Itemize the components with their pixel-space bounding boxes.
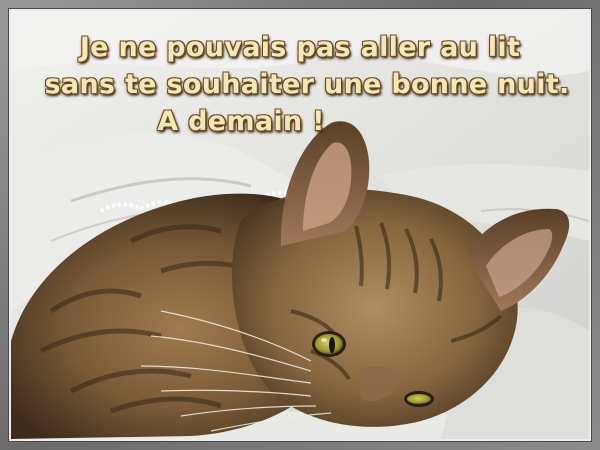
greeting-card: Je ne pouvais pas aller au lit sans te s…	[0, 0, 600, 450]
photo-area: Je ne pouvais pas aller au lit sans te s…	[9, 9, 591, 441]
cat-eye-left	[315, 334, 343, 354]
greeting-caption: Je ne pouvais pas aller au lit sans te s…	[11, 29, 589, 140]
caption-line-3: A demain !	[157, 106, 325, 137]
caption-line-1: Je ne pouvais pas aller au lit	[79, 32, 521, 63]
cat-eye-right	[407, 394, 431, 404]
caption-line-2: sans te souhaiter une bonne nuit.	[44, 69, 570, 100]
